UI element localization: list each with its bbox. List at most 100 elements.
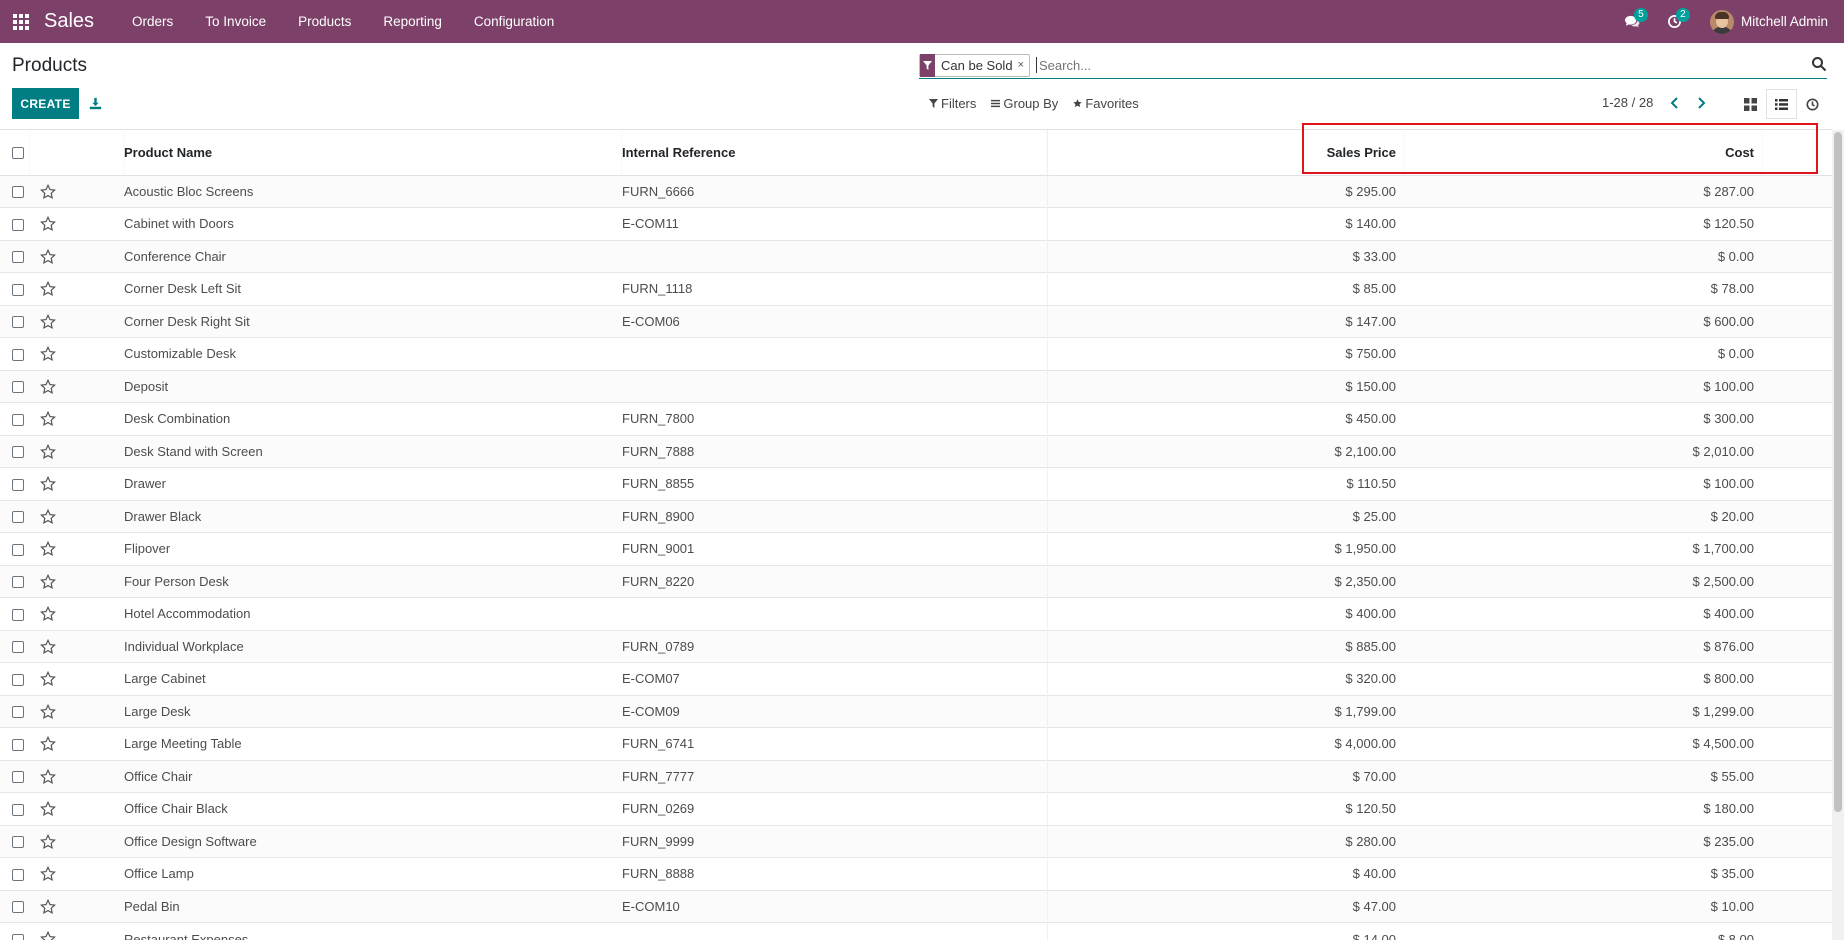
row-checkbox[interactable] xyxy=(12,478,24,491)
table-row[interactable]: Large Cabinet E-COM07 $ 320.00 $ 800.00 xyxy=(0,662,1832,696)
row-checkbox-cell[interactable] xyxy=(0,858,30,891)
row-checkbox-cell[interactable] xyxy=(0,890,30,923)
sales-price-cell[interactable]: $ 280.00 xyxy=(1047,825,1404,858)
product-name-cell[interactable]: Office Design Software xyxy=(124,825,622,858)
favorite-star-icon[interactable] xyxy=(30,760,124,793)
favorite-star-icon[interactable] xyxy=(30,793,124,826)
internal-reference-cell[interactable]: FURN_0789 xyxy=(622,630,1048,663)
table-row[interactable]: Four Person Desk FURN_8220 $ 2,350.00 $ 2,5… xyxy=(0,565,1832,598)
internal-reference-cell[interactable] xyxy=(622,370,1048,403)
table-row[interactable]: Office Chair FURN_7777 $ 70.00 $ 55.00 xyxy=(0,760,1832,793)
search-facet[interactable]: Can be Sold × xyxy=(919,53,1030,77)
cost-cell[interactable]: $ 20.00 xyxy=(1404,500,1762,533)
internal-reference-cell[interactable]: FURN_8888 xyxy=(622,857,1048,890)
row-checkbox[interactable] xyxy=(12,251,24,264)
row-checkbox[interactable] xyxy=(12,446,24,459)
row-checkbox-cell[interactable] xyxy=(0,760,30,793)
table-row[interactable]: Flipover FURN_9001 $ 1,950.00 $ 1,700.00 xyxy=(0,532,1832,566)
row-checkbox[interactable] xyxy=(12,543,24,556)
search-input[interactable] xyxy=(1036,57,1736,73)
row-checkbox[interactable] xyxy=(12,836,24,849)
row-checkbox-cell[interactable] xyxy=(0,208,30,241)
kanban-view-icon[interactable] xyxy=(1735,89,1766,119)
select-all-checkbox-cell[interactable] xyxy=(0,130,30,176)
row-checkbox[interactable] xyxy=(12,738,24,751)
table-row[interactable]: Office Chair Black FURN_0269 $ 120.50 $ 180… xyxy=(0,792,1832,826)
row-checkbox[interactable] xyxy=(12,218,24,231)
sales-price-cell[interactable]: $ 120.50 xyxy=(1047,793,1404,826)
sales-price-cell[interactable]: $ 4,000.00 xyxy=(1047,728,1404,761)
row-checkbox[interactable] xyxy=(12,771,24,784)
row-checkbox-cell[interactable] xyxy=(0,273,30,306)
row-checkbox[interactable] xyxy=(12,641,24,654)
product-name-cell[interactable]: Cabinet with Doors xyxy=(124,208,622,241)
sales-price-cell[interactable]: $ 110.50 xyxy=(1047,468,1404,501)
product-name-cell[interactable]: Flipover xyxy=(124,533,622,566)
user-menu[interactable]: Mitchell Admin xyxy=(1696,0,1844,43)
favorite-star-icon[interactable] xyxy=(30,890,124,923)
product-name-cell[interactable]: Desk Stand with Screen xyxy=(124,435,622,468)
download-icon[interactable] xyxy=(86,92,104,114)
product-name-cell[interactable]: Corner Desk Right Sit xyxy=(124,305,622,338)
internal-reference-cell[interactable]: FURN_1118 xyxy=(622,272,1048,305)
product-name-cell[interactable]: Pedal Bin xyxy=(124,890,622,923)
scrollbar[interactable] xyxy=(1832,130,1844,940)
cost-cell[interactable]: $ 600.00 xyxy=(1404,305,1762,338)
menu-orders[interactable]: Orders xyxy=(116,0,189,43)
cost-cell[interactable]: $ 4,500.00 xyxy=(1404,728,1762,761)
table-row[interactable]: Pedal Bin E-COM10 $ 47.00 $ 10.00 xyxy=(0,890,1832,923)
row-checkbox-cell[interactable] xyxy=(0,305,30,338)
row-checkbox-cell[interactable] xyxy=(0,240,30,273)
favorite-star-icon[interactable] xyxy=(30,728,124,761)
row-checkbox-cell[interactable] xyxy=(0,663,30,696)
product-name-cell[interactable]: Hotel Accommodation xyxy=(124,598,622,631)
internal-reference-cell[interactable]: FURN_0269 xyxy=(622,792,1048,825)
product-name-cell[interactable]: Desk Combination xyxy=(124,403,622,436)
product-name-cell[interactable]: Individual Workplace xyxy=(124,630,622,663)
table-row[interactable]: Drawer Black FURN_8900 $ 25.00 $ 20.00 xyxy=(0,500,1832,533)
sales-price-cell[interactable]: $ 14.00 xyxy=(1047,923,1404,940)
table-row[interactable]: Desk Stand with Screen FURN_7888 $ 2,100.0… xyxy=(0,435,1832,468)
table-row[interactable]: Office Lamp FURN_8888 $ 40.00 $ 35.00 xyxy=(0,857,1832,891)
row-checkbox-cell[interactable] xyxy=(0,370,30,403)
favorite-star-icon[interactable] xyxy=(30,630,124,663)
menu-products[interactable]: Products xyxy=(282,0,367,43)
row-checkbox-cell[interactable] xyxy=(0,825,30,858)
app-brand[interactable]: Sales xyxy=(44,10,94,33)
table-row[interactable]: Corner Desk Left Sit FURN_1118 $ 85.00 $ 78… xyxy=(0,272,1832,306)
row-checkbox-cell[interactable] xyxy=(0,468,30,501)
cost-cell[interactable]: $ 1,700.00 xyxy=(1404,533,1762,566)
sales-price-cell[interactable]: $ 885.00 xyxy=(1047,630,1404,663)
cost-cell[interactable]: $ 10.00 xyxy=(1404,890,1762,923)
product-name-cell[interactable]: Deposit xyxy=(124,370,622,403)
product-name-cell[interactable]: Corner Desk Left Sit xyxy=(124,273,622,306)
sales-price-cell[interactable]: $ 750.00 xyxy=(1047,338,1404,371)
row-checkbox[interactable] xyxy=(12,576,24,589)
row-checkbox[interactable] xyxy=(12,413,24,426)
cost-cell[interactable]: $ 120.50 xyxy=(1404,208,1762,241)
table-row[interactable]: Drawer FURN_8855 $ 110.50 $ 100.00 xyxy=(0,467,1832,501)
table-row[interactable]: Large Desk E-COM09 $ 1,799.00 $ 1,299.00 xyxy=(0,695,1832,728)
sales-price-cell[interactable]: $ 400.00 xyxy=(1047,598,1404,631)
favorite-star-icon[interactable] xyxy=(30,273,124,306)
product-name-cell[interactable]: Large Desk xyxy=(124,695,622,728)
internal-reference-cell[interactable]: FURN_8855 xyxy=(622,467,1048,500)
row-checkbox[interactable] xyxy=(12,803,24,816)
row-checkbox-cell[interactable] xyxy=(0,728,30,761)
favorite-star-icon[interactable] xyxy=(30,565,124,598)
sales-price-cell[interactable]: $ 295.00 xyxy=(1047,175,1404,208)
internal-reference-cell[interactable]: E-COM06 xyxy=(622,305,1048,338)
list-view-icon[interactable] xyxy=(1766,89,1797,119)
filters-button[interactable]: Filters xyxy=(929,96,976,111)
favorite-star-icon[interactable] xyxy=(30,435,124,468)
menu-reporting[interactable]: Reporting xyxy=(367,0,458,43)
row-checkbox[interactable] xyxy=(12,934,24,940)
cost-cell[interactable]: $ 8.00 xyxy=(1404,923,1762,940)
activity-view-icon[interactable] xyxy=(1797,89,1828,119)
sales-price-cell[interactable]: $ 450.00 xyxy=(1047,403,1404,436)
row-checkbox-cell[interactable] xyxy=(0,793,30,826)
row-checkbox-cell[interactable] xyxy=(0,175,30,208)
scrollbar-thumb[interactable] xyxy=(1834,132,1842,812)
cost-cell[interactable]: $ 1,299.00 xyxy=(1404,695,1762,728)
table-row[interactable]: Acoustic Bloc Screens FURN_6666 $ 295.00 $ … xyxy=(0,175,1832,208)
